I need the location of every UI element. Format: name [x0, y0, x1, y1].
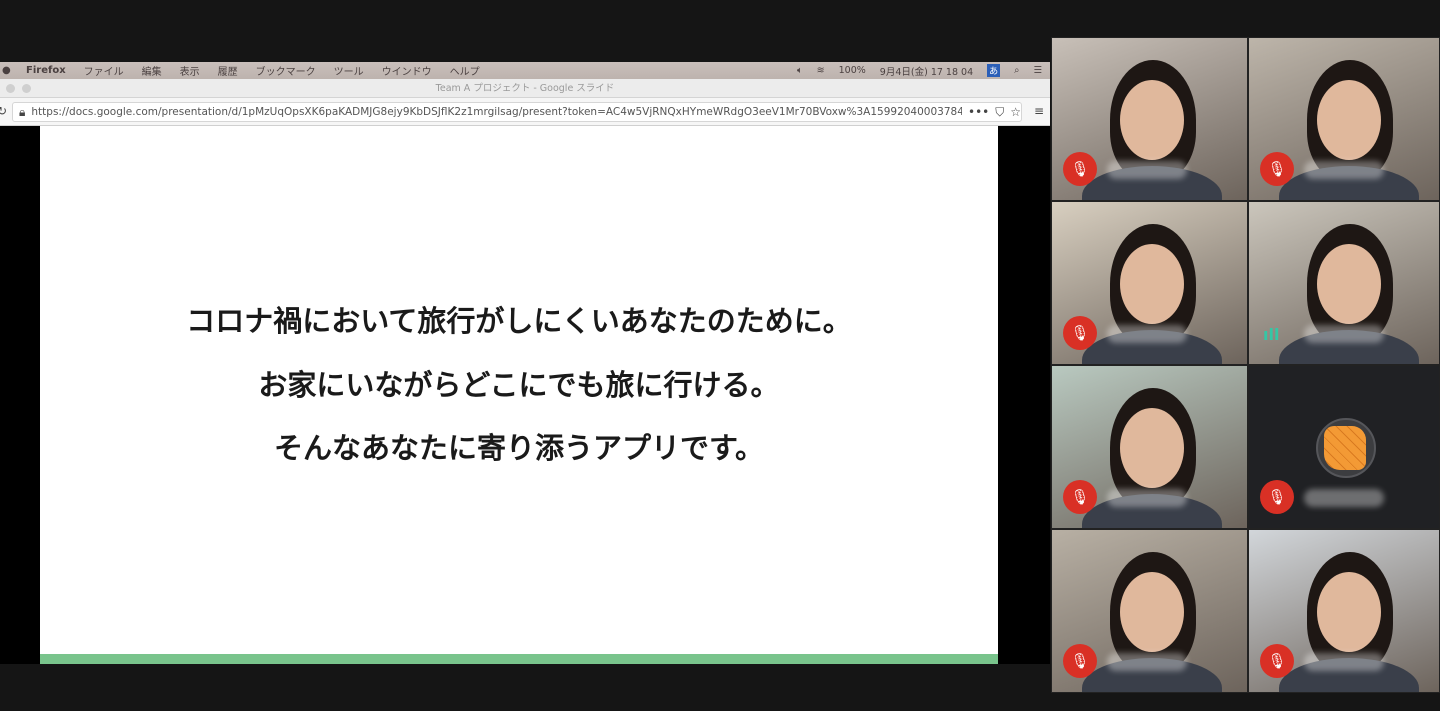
participant-name-blurred — [1304, 489, 1384, 507]
menu-app[interactable]: Firefox — [26, 65, 66, 76]
browser-toolbar: ↻ 🔒︎ https://docs.google.com/presentatio… — [0, 98, 1050, 126]
mic-off-icon: 🎙︎ — [1063, 480, 1097, 514]
control-center-icon[interactable]: ☰ — [1033, 65, 1042, 76]
window-titlebar: Team A プロジェクト - Google スライド — [0, 79, 1050, 98]
participant-name-blurred — [1107, 161, 1187, 179]
participant-name-blurred — [1304, 653, 1384, 671]
mic-off-icon: 🎙︎ — [1260, 644, 1294, 678]
participant-tile[interactable]: 🎙︎ — [1051, 37, 1248, 201]
lock-icon[interactable]: 🔒︎ — [19, 105, 25, 120]
slide-line-1: コロナ禍において旅行がしにくいあなたのために。 — [186, 304, 852, 338]
mic-off-icon: 🎙︎ — [1063, 316, 1097, 350]
pocket-icon[interactable]: ⛉ — [995, 105, 1004, 120]
url-field[interactable]: 🔒︎ https://docs.google.com/presentation/… — [12, 102, 1022, 122]
mac-menubar: ● Firefox ファイル 編集 表示 履歴 ブックマーク ツール ウインドウ… — [0, 62, 1050, 79]
menu-bookmarks[interactable]: ブックマーク — [256, 63, 316, 78]
participant-face — [1317, 80, 1381, 160]
participant-tile[interactable]: 🎙︎ — [1051, 201, 1248, 365]
window-close-button[interactable] — [6, 84, 15, 93]
participant-tile[interactable]: 🎙︎ — [1248, 529, 1440, 693]
participant-face — [1120, 572, 1184, 652]
menu-tools[interactable]: ツール — [334, 63, 364, 78]
reload-icon[interactable]: ↻ — [0, 104, 7, 118]
participant-tile[interactable]: 🎙︎ — [1051, 529, 1248, 693]
mic-off-icon: 🎙︎ — [1063, 644, 1097, 678]
participant-name-blurred — [1304, 161, 1384, 179]
participant-tile[interactable]: 🎙︎ — [1248, 37, 1440, 201]
menu-edit[interactable]: 編集 — [142, 63, 162, 78]
speaking-indicator-icon: ıll — [1263, 325, 1280, 344]
menu-history[interactable]: 履歴 — [218, 63, 238, 78]
clock[interactable]: 9月4日(金) 17 18 04 — [880, 64, 973, 78]
mic-off-icon: 🎙︎ — [1260, 152, 1294, 186]
participant-tile[interactable]: 🎙︎ — [1051, 365, 1248, 529]
participant-face — [1120, 244, 1184, 324]
mic-off-icon: 🎙︎ — [1260, 480, 1294, 514]
participant-grid: 🎙︎ 🎙︎ 🎙︎ ıll 🎙︎ 🎙︎ 🎙︎ 🎙︎ — [1051, 37, 1440, 693]
hamburger-menu-icon[interactable]: ≡ — [1034, 104, 1044, 118]
window-minimize-button[interactable] — [22, 84, 31, 93]
window-title: Team A プロジェクト - Google スライド — [435, 83, 615, 94]
ime-indicator[interactable]: あ — [987, 64, 1001, 77]
apple-icon[interactable]: ● — [2, 65, 11, 76]
participant-face — [1120, 408, 1184, 488]
menu-help[interactable]: ヘルプ — [450, 63, 480, 78]
menu-file[interactable]: ファイル — [84, 63, 124, 78]
participant-name-blurred — [1107, 653, 1187, 671]
mic-off-icon: 🎙︎ — [1063, 152, 1097, 186]
participant-face — [1317, 572, 1381, 652]
slide-line-3: そんなあなたに寄り添うアプリです。 — [273, 431, 765, 465]
url-text[interactable]: https://docs.google.com/presentation/d/1… — [31, 106, 962, 118]
participant-name-blurred — [1304, 325, 1384, 343]
bookmark-star-icon[interactable]: ☆ — [1010, 105, 1021, 119]
battery-percent: 100% — [838, 65, 866, 76]
participant-name-blurred — [1107, 489, 1187, 507]
slide-line-2: お家にいながらどこにでも旅に行ける。 — [258, 368, 780, 402]
menu-window[interactable]: ウインドウ — [382, 63, 432, 78]
participant-tile[interactable]: 🎙︎ — [1248, 365, 1440, 529]
screen-share: ● Firefox ファイル 編集 表示 履歴 ブックマーク ツール ウインドウ… — [0, 62, 1050, 664]
spotlight-icon[interactable]: ⌕ — [1014, 65, 1019, 76]
menu-view[interactable]: 表示 — [180, 63, 200, 78]
presentation-slide: コロナ禍において旅行がしにくいあなたのために。 お家にいながらどこにでも旅に行け… — [40, 126, 998, 664]
volume-icon[interactable]: 🔈︎ — [797, 65, 803, 76]
participant-tile[interactable]: ıll — [1248, 201, 1440, 365]
wifi-icon[interactable]: ≋ — [817, 65, 825, 76]
avatar — [1316, 418, 1376, 478]
participant-face — [1317, 244, 1381, 324]
slide-accent-stripe — [40, 654, 998, 664]
participant-face — [1120, 80, 1184, 160]
participant-name-blurred — [1107, 325, 1187, 343]
more-actions-icon[interactable]: ••• — [968, 105, 989, 119]
